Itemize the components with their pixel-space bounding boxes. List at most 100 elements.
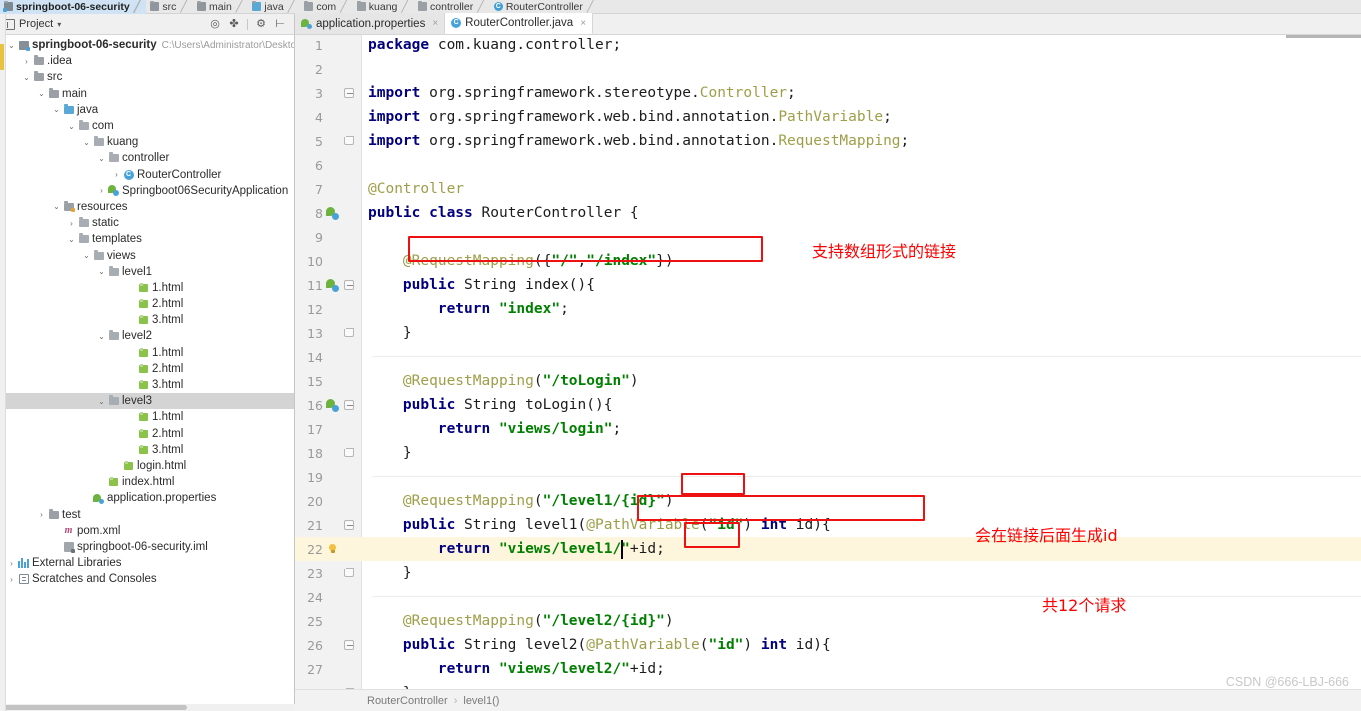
tree-item-resources[interactable]: ⌄ resources	[0, 199, 294, 215]
navbar-crumb-src[interactable]: src ╱	[146, 0, 193, 14]
fold-slot[interactable]	[340, 568, 358, 577]
chevron-right-icon[interactable]: ›	[6, 559, 17, 568]
chevron-down-icon[interactable]: ⌄	[51, 105, 62, 114]
chevron-right-icon[interactable]: ›	[6, 575, 17, 584]
code-line[interactable]	[362, 153, 368, 177]
tree-item-routercontroller[interactable]: › C RouterController	[0, 167, 294, 183]
settings-gear-icon[interactable]: ⚙	[255, 18, 267, 30]
hide-panel-icon[interactable]: ⊢	[274, 18, 286, 30]
tree-item-application-properties[interactable]: application.properties	[0, 490, 294, 506]
fold-collapse-icon[interactable]	[344, 280, 354, 290]
fold-slot[interactable]	[340, 136, 358, 145]
breadcrumb-method[interactable]: level1()	[463, 695, 499, 707]
tree-item-springboot-06-security-iml[interactable]: springboot-06-security.iml	[0, 539, 294, 555]
gutter-mark-slot[interactable]	[325, 206, 340, 220]
tree-item-test[interactable]: › test	[0, 506, 294, 522]
fold-region-end-icon[interactable]	[344, 568, 354, 577]
tree-item-src[interactable]: ⌄ src	[0, 69, 294, 85]
chevron-down-icon[interactable]: ⌄	[21, 73, 32, 82]
tree-item-springboot-06-security[interactable]: ⌄ springboot-06-security C:\Users\Administ…	[0, 37, 294, 53]
fold-collapse-icon[interactable]	[344, 520, 354, 530]
tree-item-index-html[interactable]: index.html	[0, 474, 294, 490]
navbar-crumb-com[interactable]: com ╱	[300, 0, 352, 14]
tree-item-main[interactable]: ⌄ main	[0, 86, 294, 102]
fold-region-end-icon[interactable]	[344, 136, 354, 145]
navbar-crumb-kuang[interactable]: kuang ╱	[353, 0, 414, 14]
tree-item-login-html[interactable]: login.html	[0, 458, 294, 474]
code-line[interactable]: @RequestMapping("/level1/{id}")	[362, 489, 674, 513]
tree-item-2-html[interactable]: 2.html	[0, 296, 294, 312]
tree-item-templates[interactable]: ⌄ templates	[0, 231, 294, 247]
tree-item-1-html[interactable]: 1.html	[0, 280, 294, 296]
tree-item-2-html[interactable]: 2.html	[0, 361, 294, 377]
code-line[interactable]	[362, 465, 368, 489]
fold-slot[interactable]	[340, 448, 358, 457]
tree-item-com[interactable]: ⌄ com	[0, 118, 294, 134]
code-line[interactable]: public String index(){	[362, 273, 595, 297]
code-line[interactable]: @Controller	[362, 177, 464, 201]
chevron-down-icon[interactable]: ⌄	[81, 251, 92, 260]
code-line[interactable]	[362, 225, 368, 249]
tree-item-springboot06securityapplication[interactable]: › Springboot06SecurityApplication	[0, 183, 294, 199]
chevron-down-icon[interactable]: ⌄	[36, 89, 47, 98]
tree-item-2-html[interactable]: 2.html	[0, 426, 294, 442]
code-line[interactable]: }	[362, 681, 412, 689]
tree-item-controller[interactable]: ⌄ controller	[0, 150, 294, 166]
chevron-down-icon[interactable]: ⌄	[66, 122, 77, 131]
editor-gutter[interactable]: 1 2 3 4 5 6 7 8 9 10 11 12 13 14 15 16 17 18 19 20 21 22 23 24 2…	[295, 35, 362, 689]
breadcrumb-class[interactable]: RouterController	[367, 695, 448, 707]
code-line[interactable]: return "views/login";	[362, 417, 621, 441]
chevron-right-icon[interactable]: ›	[66, 219, 77, 228]
chevron-right-icon[interactable]: ›	[36, 510, 47, 519]
fold-collapse-icon[interactable]	[344, 400, 354, 410]
navbar-crumb-routercontroller[interactable]: C RouterController ╱	[490, 0, 600, 14]
code-line[interactable]: }	[362, 321, 412, 345]
navbar-crumb-springboot-06-security[interactable]: springboot-06-security ╱	[0, 0, 147, 14]
code-line[interactable]	[362, 57, 368, 81]
spring-bean-icon[interactable]	[326, 206, 339, 220]
close-icon[interactable]: ×	[580, 18, 586, 29]
chevron-right-icon[interactable]: ›	[21, 57, 32, 66]
code-line[interactable]: public String level1(@PathVariable("id")…	[362, 513, 831, 537]
expand-collapse-icon[interactable]: ✤	[228, 18, 240, 30]
fold-collapse-icon[interactable]	[344, 88, 354, 98]
chevron-down-icon[interactable]: ⌄	[96, 267, 107, 276]
code-line[interactable]: }	[362, 441, 412, 465]
tree-item-level2[interactable]: ⌄ level2	[0, 328, 294, 344]
fold-slot[interactable]	[340, 520, 358, 530]
project-horizontal-scrollbar[interactable]	[0, 704, 295, 711]
chevron-down-icon[interactable]: ⌄	[96, 397, 107, 406]
collapse-all-icon[interactable]: ◎	[209, 18, 221, 30]
tree-item-pom-xml[interactable]: m pom.xml	[0, 523, 294, 539]
fold-collapse-icon[interactable]	[344, 640, 354, 650]
tree-item-views[interactable]: ⌄ views	[0, 247, 294, 263]
navbar-crumb-java[interactable]: java ╱	[248, 0, 300, 14]
code-line[interactable]: return "index";	[362, 297, 569, 321]
code-line[interactable]: public class RouterController {	[362, 201, 639, 225]
chevron-down-icon[interactable]: ⌄	[66, 235, 77, 244]
code-line[interactable]	[362, 585, 368, 609]
fold-slot[interactable]	[340, 400, 358, 410]
code-line[interactable]: return "views/level2/"+id;	[362, 657, 665, 681]
chevron-right-icon[interactable]: ›	[96, 186, 107, 195]
gutter-mark-slot[interactable]	[325, 398, 340, 412]
code-line[interactable]: return "views/level1/"+id;	[362, 537, 665, 561]
fold-slot[interactable]	[340, 328, 358, 337]
tree-item-level1[interactable]: ⌄ level1	[0, 264, 294, 280]
tree-item-3-html[interactable]: 3.html	[0, 442, 294, 458]
code-line[interactable]: }	[362, 561, 412, 585]
gutter-mark-slot[interactable]	[325, 543, 340, 555]
tree-item-3-html[interactable]: 3.html	[0, 312, 294, 328]
intention-bulb-icon[interactable]	[328, 543, 337, 555]
tree-item--idea[interactable]: › .idea	[0, 53, 294, 69]
navbar-crumb-controller[interactable]: controller ╱	[414, 0, 490, 14]
chevron-down-icon[interactable]: ⌄	[96, 154, 107, 163]
code-line[interactable]: import org.springframework.stereotype.Co…	[362, 81, 796, 105]
code-line[interactable]: public String toLogin(){	[362, 393, 613, 417]
code-line[interactable]: @RequestMapping("/toLogin")	[362, 369, 639, 393]
tree-item-1-html[interactable]: 1.html	[0, 345, 294, 361]
project-tab[interactable]: Project ▾	[4, 18, 61, 30]
chevron-down-icon[interactable]: ⌄	[96, 332, 107, 341]
chevron-right-icon[interactable]: ›	[111, 170, 122, 179]
editor-tab-routercontroller-java[interactable]: C RouterController.java ×	[445, 13, 594, 34]
